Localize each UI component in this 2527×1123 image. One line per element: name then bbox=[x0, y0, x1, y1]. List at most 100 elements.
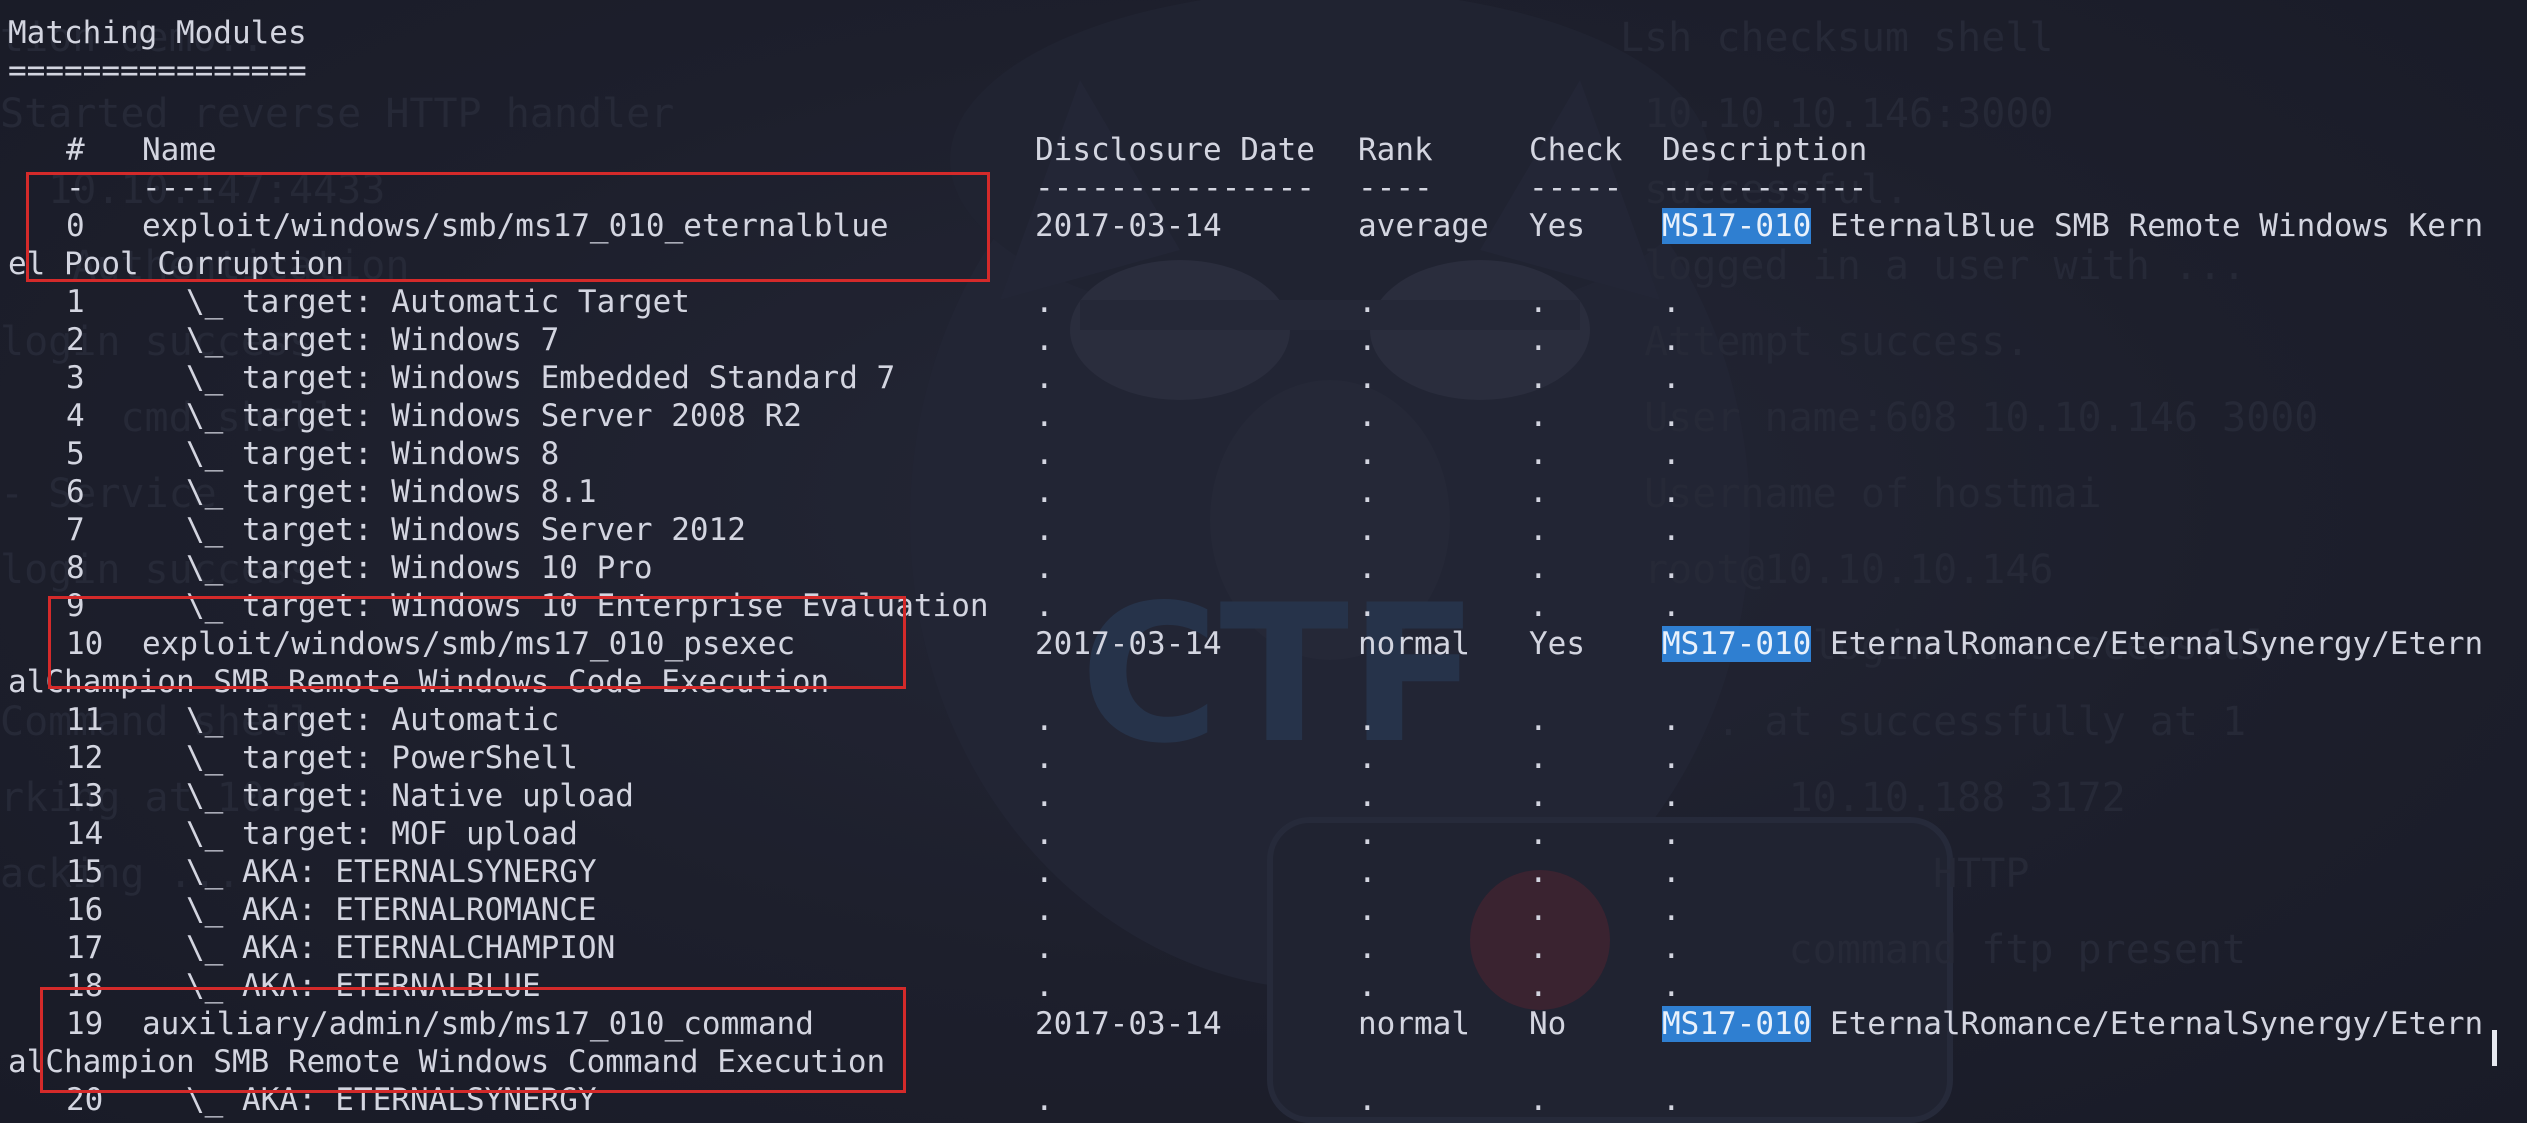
dot-placeholder: . bbox=[1529, 892, 1548, 928]
dot-placeholder: . bbox=[1529, 436, 1548, 472]
target-row: 12 \_ target: PowerShell .... bbox=[8, 739, 2508, 777]
target-row: 4 \_ target: Windows Server 2008 R2 .... bbox=[8, 397, 2508, 435]
dot-placeholder: . bbox=[1035, 512, 1054, 548]
target-row: 8 \_ target: Windows 10 Pro .... bbox=[8, 549, 2508, 587]
target-label: \_ target: Windows 8.1 bbox=[186, 474, 597, 510]
dot-placeholder: . bbox=[1529, 968, 1548, 1004]
dot-placeholder: . bbox=[1662, 968, 1681, 1004]
search-match-highlight: MS17-010 bbox=[1662, 1006, 1812, 1042]
target-row: 5 \_ target: Windows 8 .... bbox=[8, 435, 2508, 473]
target-row: 3 \_ target: Windows Embedded Standard 7… bbox=[8, 359, 2508, 397]
row-number: 11 bbox=[66, 702, 104, 738]
dot-placeholder: . bbox=[1358, 588, 1377, 624]
dot-placeholder: . bbox=[1358, 322, 1377, 358]
aka-row: 16 \_ AKA: ETERNALROMANCE .... bbox=[8, 891, 2508, 929]
title-underline: ================ bbox=[8, 53, 307, 89]
dot-placeholder: . bbox=[1358, 816, 1377, 852]
matching-modules-title: Matching Modules bbox=[8, 15, 307, 51]
dot-placeholder: . bbox=[1529, 512, 1548, 548]
table-header-row: # Name Disclosure Date Rank Check Descri… bbox=[8, 131, 2508, 169]
dot-placeholder: . bbox=[1662, 702, 1681, 738]
column-header-disclosure-date: Disclosure Date bbox=[1035, 132, 1315, 168]
target-row: 14 \_ target: MOF upload .... bbox=[8, 815, 2508, 853]
module-description-text: EternalRomance/EternalSynergy/Etern bbox=[1811, 1006, 2484, 1042]
search-match-highlight: MS17-010 bbox=[1662, 208, 1812, 244]
dot-placeholder: . bbox=[1358, 398, 1377, 434]
target-label: \_ target: PowerShell bbox=[186, 740, 578, 776]
dot-placeholder: . bbox=[1035, 740, 1054, 776]
module-description: MS17-010 EternalBlue SMB Remote Windows … bbox=[1662, 207, 2483, 245]
annotation-box-command bbox=[40, 987, 906, 1093]
module-description-text: EternalRomance/EternalSynergy/Etern bbox=[1811, 626, 2484, 662]
column-header-number: # bbox=[66, 132, 85, 168]
dot-placeholder: . bbox=[1358, 284, 1377, 320]
dot-placeholder: . bbox=[1358, 968, 1377, 1004]
dot-placeholder: . bbox=[1035, 930, 1054, 966]
dot-placeholder: . bbox=[1662, 360, 1681, 396]
target-row: 11 \_ target: Automatic .... bbox=[8, 701, 2508, 739]
dot-placeholder: . bbox=[1035, 322, 1054, 358]
target-label: \_ target: MOF upload bbox=[186, 816, 578, 852]
module-description: MS17-010 EternalRomance/EternalSynergy/E… bbox=[1662, 1005, 2483, 1043]
dot-placeholder: . bbox=[1035, 436, 1054, 472]
dot-placeholder: . bbox=[1529, 550, 1548, 586]
module-description-text: EternalBlue SMB Remote Windows Kern bbox=[1811, 208, 2484, 244]
row-number: 1 bbox=[66, 284, 85, 320]
annotation-box-eternalblue bbox=[26, 172, 990, 282]
terminal-cursor bbox=[2492, 1030, 2497, 1066]
divider-check: ----- bbox=[1529, 170, 1623, 206]
dot-placeholder: . bbox=[1662, 1082, 1681, 1118]
dot-placeholder: . bbox=[1529, 360, 1548, 396]
module-rank: average bbox=[1358, 208, 1489, 244]
target-label: \_ target: Automatic Target bbox=[186, 284, 690, 320]
dot-placeholder: . bbox=[1358, 740, 1377, 776]
dot-placeholder: . bbox=[1358, 360, 1377, 396]
dot-placeholder: . bbox=[1035, 474, 1054, 510]
row-number: 13 bbox=[66, 778, 104, 814]
dot-placeholder: . bbox=[1358, 930, 1377, 966]
divider-disclosure-date: --------------- bbox=[1035, 170, 1315, 206]
dot-placeholder: . bbox=[1529, 702, 1548, 738]
aka-row: 17 \_ AKA: ETERNALCHAMPION .... bbox=[8, 929, 2508, 967]
dot-placeholder: . bbox=[1358, 550, 1377, 586]
dot-placeholder: . bbox=[1035, 854, 1054, 890]
aka-label: \_ AKA: ETERNALCHAMPION bbox=[186, 930, 616, 966]
dot-placeholder: . bbox=[1529, 816, 1548, 852]
dot-placeholder: . bbox=[1035, 398, 1054, 434]
dot-placeholder: . bbox=[1035, 968, 1054, 1004]
row-number: 12 bbox=[66, 740, 104, 776]
dot-placeholder: . bbox=[1662, 436, 1681, 472]
dot-placeholder: . bbox=[1662, 474, 1681, 510]
dot-placeholder: . bbox=[1035, 360, 1054, 396]
dot-placeholder: . bbox=[1358, 854, 1377, 890]
column-header-check: Check bbox=[1529, 132, 1623, 168]
dot-placeholder: . bbox=[1358, 892, 1377, 928]
row-number: 17 bbox=[66, 930, 104, 966]
target-row: 1 \_ target: Automatic Target .... bbox=[8, 283, 2508, 321]
column-header-description: Description bbox=[1662, 132, 1868, 168]
row-number: 7 bbox=[66, 512, 85, 548]
module-check: No bbox=[1529, 1006, 1567, 1042]
dot-placeholder: . bbox=[1662, 284, 1681, 320]
dot-placeholder: . bbox=[1035, 778, 1054, 814]
dot-placeholder: . bbox=[1662, 778, 1681, 814]
dot-placeholder: . bbox=[1358, 778, 1377, 814]
divider-description: ----------- bbox=[1662, 170, 1868, 206]
dot-placeholder: . bbox=[1529, 322, 1548, 358]
dot-placeholder: . bbox=[1529, 740, 1548, 776]
aka-label: \_ AKA: ETERNALROMANCE bbox=[186, 892, 597, 928]
target-label: \_ target: Windows Embedded Standard 7 bbox=[186, 360, 896, 396]
dot-placeholder: . bbox=[1035, 816, 1054, 852]
terminal-window[interactable]: CTF tion demo.. Started reverse HTTP han… bbox=[0, 0, 2527, 1123]
dot-placeholder: . bbox=[1035, 550, 1054, 586]
dot-placeholder: . bbox=[1529, 398, 1548, 434]
dot-placeholder: . bbox=[1358, 512, 1377, 548]
target-row: 2 \_ target: Windows 7 .... bbox=[8, 321, 2508, 359]
module-check: Yes bbox=[1529, 626, 1585, 662]
dot-placeholder: . bbox=[1529, 588, 1548, 624]
target-label: \_ target: Windows 8 bbox=[186, 436, 560, 472]
column-header-name: Name bbox=[142, 132, 217, 168]
module-check: Yes bbox=[1529, 208, 1585, 244]
row-number: 5 bbox=[66, 436, 85, 472]
divider-rank: ---- bbox=[1358, 170, 1433, 206]
